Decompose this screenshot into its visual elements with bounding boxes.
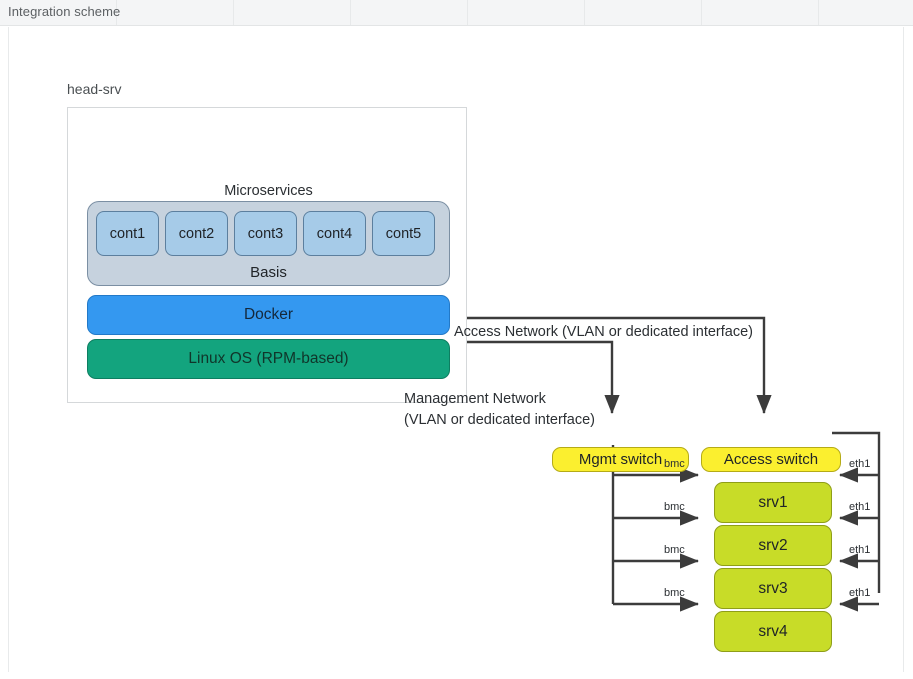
port-label-eth1-srv2: eth1 bbox=[849, 501, 871, 513]
server-label: srv4 bbox=[758, 622, 788, 640]
server-label: srv1 bbox=[758, 493, 788, 511]
server-box-srv1[interactable]: srv1 bbox=[714, 482, 832, 523]
container-label: cont2 bbox=[178, 225, 215, 242]
docker-layer-box[interactable]: Docker bbox=[87, 295, 450, 335]
server-label: srv2 bbox=[758, 536, 788, 554]
container-label: cont4 bbox=[316, 225, 353, 242]
management-network-label: Management Network (VLAN or dedicated in… bbox=[404, 389, 595, 431]
access-network-label: Access Network (VLAN or dedicated interf… bbox=[454, 324, 753, 340]
port-label-eth1-srv3: eth1 bbox=[849, 544, 871, 556]
head-server-label: head-srv bbox=[67, 81, 122, 97]
microservices-label: Microservices bbox=[224, 183, 313, 199]
server-label: srv3 bbox=[758, 579, 788, 597]
os-label: Linux OS (RPM-based) bbox=[188, 350, 349, 367]
basis-group[interactable]: cont1 cont2 cont3 cont4 cont5 Basis bbox=[87, 201, 450, 286]
server-box-srv4[interactable]: srv4 bbox=[714, 611, 832, 652]
port-label-eth1-srv1: eth1 bbox=[849, 458, 871, 470]
port-label-bmc-srv1: bmc bbox=[664, 458, 685, 470]
container-box-3[interactable]: cont3 bbox=[234, 211, 297, 256]
port-label-bmc-srv3: bmc bbox=[664, 544, 685, 556]
os-layer-box[interactable]: Linux OS (RPM-based) bbox=[87, 339, 450, 379]
container-label: cont1 bbox=[109, 225, 146, 242]
management-network-label-line1: Management Network bbox=[404, 391, 546, 407]
container-box-1[interactable]: cont1 bbox=[96, 211, 159, 256]
management-network-label-line2: (VLAN or dedicated interface) bbox=[404, 412, 596, 428]
mgmt-switch-label: Mgmt switch bbox=[578, 451, 663, 468]
server-box-srv2[interactable]: srv2 bbox=[714, 525, 832, 566]
page-title: Integration scheme bbox=[8, 4, 121, 19]
diagram-canvas[interactable]: head-srv Microservices cont1 cont2 cont3… bbox=[8, 27, 904, 672]
server-box-srv3[interactable]: srv3 bbox=[714, 568, 832, 609]
container-label: cont3 bbox=[247, 225, 284, 242]
window-header-bar: Integration scheme bbox=[0, 0, 913, 26]
container-row: cont1 cont2 cont3 cont4 cont5 bbox=[96, 211, 435, 256]
docker-label: Docker bbox=[243, 306, 294, 323]
container-box-4[interactable]: cont4 bbox=[303, 211, 366, 256]
port-label-bmc-srv4: bmc bbox=[664, 587, 685, 599]
port-label-bmc-srv2: bmc bbox=[664, 501, 685, 513]
container-label: cont5 bbox=[385, 225, 422, 242]
container-box-2[interactable]: cont2 bbox=[165, 211, 228, 256]
access-switch-label: Access switch bbox=[723, 451, 819, 468]
basis-label: Basis bbox=[250, 264, 287, 281]
container-box-5[interactable]: cont5 bbox=[372, 211, 435, 256]
integration-scheme-page: Integration scheme head-srv Microservice… bbox=[0, 0, 913, 679]
access-switch-box[interactable]: Access switch bbox=[701, 447, 841, 472]
port-label-eth1-srv4: eth1 bbox=[849, 587, 871, 599]
